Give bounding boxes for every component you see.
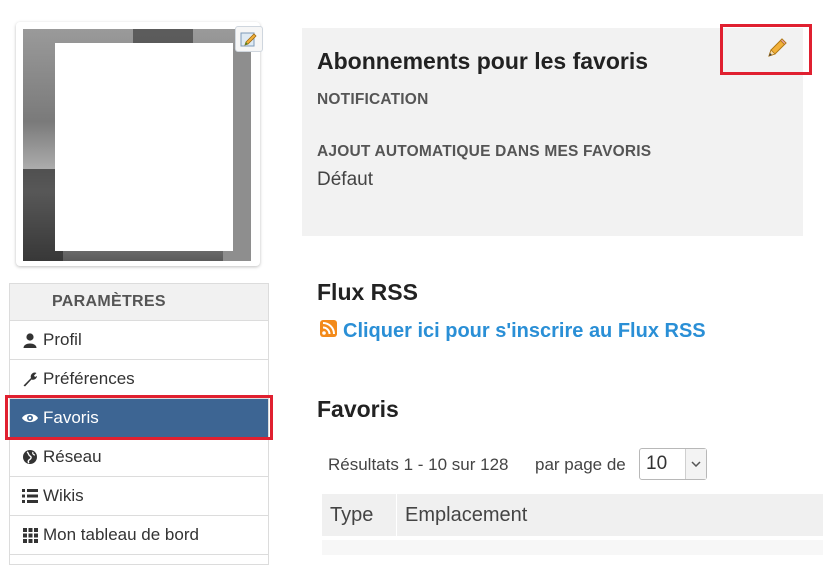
pencil-icon[interactable] bbox=[765, 36, 789, 60]
favorites-title: Favoris bbox=[317, 396, 399, 422]
sidebar-item-favoris[interactable]: Favoris bbox=[10, 399, 268, 438]
chevron-down-icon bbox=[685, 449, 706, 479]
rss-title: Flux RSS bbox=[317, 279, 418, 305]
per-page-value: 10 bbox=[646, 453, 668, 474]
globe-icon bbox=[21, 448, 39, 466]
sidebar-item-label: Profil bbox=[43, 330, 82, 349]
notification-label: NOTIFICATION bbox=[317, 91, 429, 108]
rss-subscribe-link[interactable]: Cliquer ici pour s'inscrire au Flux RSS bbox=[343, 320, 706, 343]
favorites-table-header: Type Emplacement bbox=[322, 494, 823, 536]
settings-panel: PARAMÈTRES Profil Préférences Favoris Ré… bbox=[9, 283, 269, 565]
table-row bbox=[322, 540, 823, 555]
sidebar-item-label: Préférences bbox=[43, 369, 135, 388]
wrench-icon bbox=[21, 370, 39, 388]
sidebar-item-tableau-de-bord[interactable]: Mon tableau de bord bbox=[10, 516, 268, 555]
results-count: Résultats 1 - 10 sur 128 bbox=[328, 455, 509, 474]
avatar-photo bbox=[23, 29, 251, 261]
sidebar-item-wikis[interactable]: Wikis bbox=[10, 477, 268, 516]
auto-add-label: AJOUT AUTOMATIQUE DANS MES FAVORIS bbox=[317, 143, 652, 160]
avatar bbox=[16, 22, 260, 266]
auto-add-value: Défaut bbox=[317, 169, 373, 190]
per-page-label: par page de bbox=[535, 455, 626, 474]
per-page-select[interactable]: 10 bbox=[639, 448, 707, 480]
sidebar-item-label: Mon tableau de bord bbox=[43, 525, 199, 544]
column-header-type[interactable]: Type bbox=[322, 494, 397, 536]
edit-avatar-icon[interactable] bbox=[235, 26, 263, 52]
settings-header: PARAMÈTRES bbox=[10, 284, 268, 321]
subscriptions-title: Abonnements pour les favoris bbox=[317, 48, 649, 74]
sidebar-item-label: Wikis bbox=[43, 486, 84, 505]
sidebar-item-preferences[interactable]: Préférences bbox=[10, 360, 268, 399]
eye-icon bbox=[21, 409, 39, 427]
column-header-emplacement[interactable]: Emplacement bbox=[397, 504, 527, 527]
sidebar-item-label: Favoris bbox=[43, 408, 99, 427]
sidebar-item-reseau[interactable]: Réseau bbox=[10, 438, 268, 477]
sidebar-item-profil[interactable]: Profil bbox=[10, 321, 268, 360]
rss-icon bbox=[320, 320, 337, 337]
user-icon bbox=[21, 331, 39, 349]
grid-icon bbox=[21, 526, 39, 544]
sidebar-item-label: Réseau bbox=[43, 447, 102, 466]
list-icon bbox=[21, 487, 39, 505]
